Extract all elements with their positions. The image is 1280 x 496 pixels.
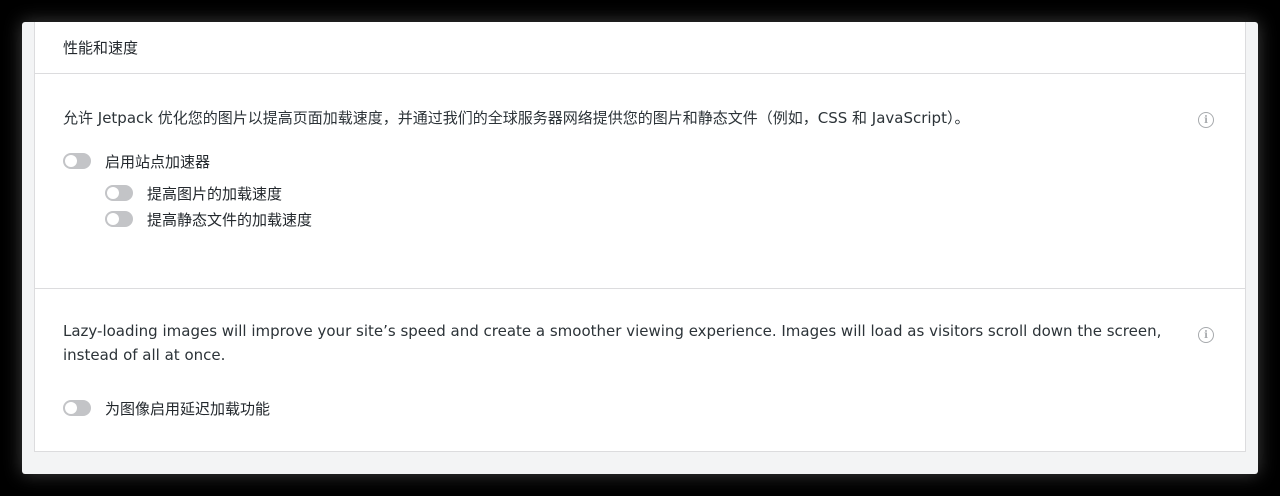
image-speed-toggle-row: 提高图片的加载速度 — [105, 180, 1175, 206]
info-icon[interactable]: i — [1198, 327, 1214, 343]
site-accelerator-description: 允许 Jetpack 优化您的图片以提高页面加载速度，并通过我们的全球服务器网络… — [63, 109, 970, 127]
info-icon[interactable]: i — [1198, 112, 1214, 128]
card-header: 性能和速度 — [35, 22, 1245, 74]
image-speed-toggle-label: 提高图片的加载速度 — [147, 184, 283, 203]
toggle-knob — [65, 155, 77, 167]
static-files-speed-toggle[interactable] — [105, 211, 133, 227]
performance-settings-card: 性能和速度 允许 Jetpack 优化您的图片以提高页面加载速度，并通过我们的全… — [34, 22, 1246, 452]
site-accelerator-section: 允许 Jetpack 优化您的图片以提高页面加载速度，并通过我们的全球服务器网络… — [35, 74, 1245, 289]
site-accelerator-sub-toggles: 提高图片的加载速度 提高静态文件的加载速度 — [105, 180, 1175, 232]
lazy-loading-toggle-row: 为图像启用延迟加载功能 — [63, 395, 1175, 421]
lazy-loading-description: Lazy-loading images will improve your si… — [63, 322, 1162, 364]
image-speed-toggle[interactable] — [105, 185, 133, 201]
lazy-loading-toggle-label: 为图像启用延迟加载功能 — [105, 399, 271, 418]
static-files-speed-toggle-row: 提高静态文件的加载速度 — [105, 206, 1175, 232]
lazy-loading-toggle[interactable] — [63, 400, 91, 416]
settings-window: 性能和速度 允许 Jetpack 优化您的图片以提高页面加载速度，并通过我们的全… — [22, 22, 1258, 474]
section-title: 性能和速度 — [63, 39, 139, 57]
site-accelerator-toggle-label: 启用站点加速器 — [105, 152, 211, 171]
toggle-knob — [107, 213, 119, 225]
toggle-knob — [107, 187, 119, 199]
site-accelerator-toggle[interactable] — [63, 153, 91, 169]
site-accelerator-toggle-row: 启用站点加速器 — [63, 148, 1175, 174]
lazy-loading-section: Lazy-loading images will improve your si… — [35, 289, 1245, 421]
toggle-knob — [65, 402, 77, 414]
static-files-speed-toggle-label: 提高静态文件的加载速度 — [147, 210, 313, 229]
